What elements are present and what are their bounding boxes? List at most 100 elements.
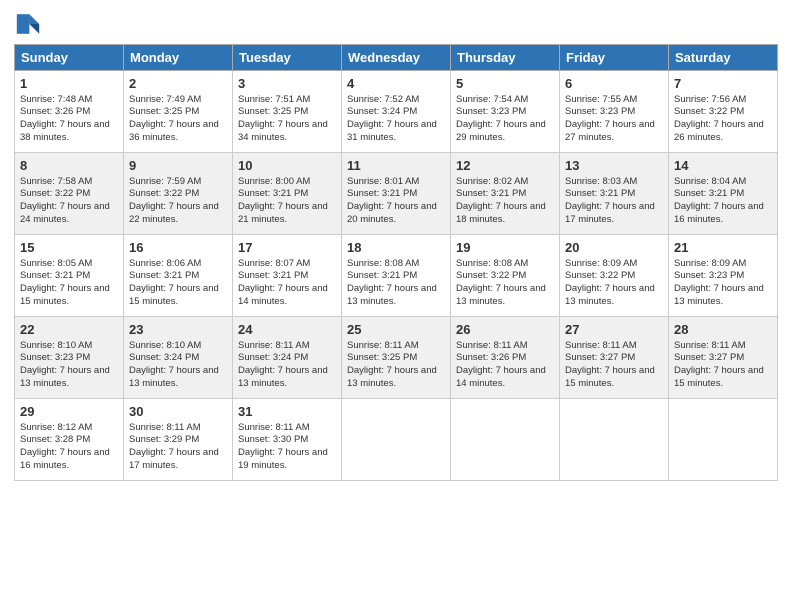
day-header-tuesday: Tuesday [233,45,342,71]
day-cell-15: 15Sunrise: 8:05 AMSunset: 3:21 PMDayligh… [15,235,124,317]
daylight: Daylight: 7 hours and 19 minutes. [238,447,328,471]
sunset: Sunset: 3:21 PM [238,188,308,199]
sunset: Sunset: 3:21 PM [456,188,526,199]
daylight: Daylight: 7 hours and 14 minutes. [238,283,328,307]
sunrise: Sunrise: 7:49 AM [129,94,201,105]
sunrise: Sunrise: 8:09 AM [565,258,637,269]
day-cell-22: 22Sunrise: 8:10 AMSunset: 3:23 PMDayligh… [15,317,124,399]
daylight: Daylight: 7 hours and 26 minutes. [674,119,764,143]
day-number: 17 [238,239,336,257]
sunrise: Sunrise: 8:10 AM [20,340,92,351]
sunrise: Sunrise: 8:11 AM [565,340,637,351]
day-cell-8: 8Sunrise: 7:58 AMSunset: 3:22 PMDaylight… [15,153,124,235]
sunset: Sunset: 3:28 PM [20,434,90,445]
day-header-monday: Monday [124,45,233,71]
sunrise: Sunrise: 8:10 AM [129,340,201,351]
week-row-2: 15Sunrise: 8:05 AMSunset: 3:21 PMDayligh… [15,235,778,317]
daylight: Daylight: 7 hours and 13 minutes. [238,365,328,389]
daylight: Daylight: 7 hours and 13 minutes. [347,283,437,307]
daylight: Daylight: 7 hours and 14 minutes. [456,365,546,389]
day-number: 26 [456,321,554,339]
day-cell-6: 6Sunrise: 7:55 AMSunset: 3:23 PMDaylight… [560,71,669,153]
sunrise: Sunrise: 7:58 AM [20,176,92,187]
sunrise: Sunrise: 8:11 AM [129,422,201,433]
day-cell-27: 27Sunrise: 8:11 AMSunset: 3:27 PMDayligh… [560,317,669,399]
daylight: Daylight: 7 hours and 13 minutes. [674,283,764,307]
daylight: Daylight: 7 hours and 13 minutes. [129,365,219,389]
sunrise: Sunrise: 8:05 AM [20,258,92,269]
day-cell-11: 11Sunrise: 8:01 AMSunset: 3:21 PMDayligh… [342,153,451,235]
day-cell-13: 13Sunrise: 8:03 AMSunset: 3:21 PMDayligh… [560,153,669,235]
sunset: Sunset: 3:22 PM [20,188,90,199]
daylight: Daylight: 7 hours and 13 minutes. [347,365,437,389]
day-cell-31: 31Sunrise: 8:11 AMSunset: 3:30 PM Dayligh… [233,399,342,481]
day-cell-19: 19Sunrise: 8:08 AMSunset: 3:22 PMDayligh… [451,235,560,317]
day-header-thursday: Thursday [451,45,560,71]
daylight: Daylight: 7 hours and 21 minutes. [238,201,328,225]
daylight: Daylight: 7 hours and 13 minutes. [20,365,110,389]
sunset: Sunset: 3:21 PM [347,270,417,281]
day-number: 30 [129,403,227,421]
header-row: SundayMondayTuesdayWednesdayThursdayFrid… [15,45,778,71]
day-number: 11 [347,157,445,175]
day-number: 2 [129,75,227,93]
day-cell-24: 24Sunrise: 8:11 AMSunset: 3:24 PM Dayligh… [233,317,342,399]
sunrise: Sunrise: 8:00 AM [238,176,310,187]
sunset: Sunset: 3:24 PM [238,352,308,363]
daylight: Daylight: 7 hours and 18 minutes. [456,201,546,225]
sunrise: Sunrise: 8:11 AM [238,340,310,351]
sunrise: Sunrise: 8:03 AM [565,176,637,187]
sunrise: Sunrise: 8:12 AM [20,422,92,433]
empty-cell [451,399,560,481]
day-cell-10: 10Sunrise: 8:00 AMSunset: 3:21 PM Dayligh… [233,153,342,235]
day-cell-3: 3Sunrise: 7:51 AMSunset: 3:25 PMDaylight… [233,71,342,153]
sunset: Sunset: 3:22 PM [456,270,526,281]
empty-cell [560,399,669,481]
day-number: 13 [565,157,663,175]
day-cell-26: 26Sunrise: 8:11 AMSunset: 3:26 PM Dayligh… [451,317,560,399]
sunrise: Sunrise: 7:55 AM [565,94,637,105]
sunset: Sunset: 3:23 PM [456,106,526,117]
empty-cell [342,399,451,481]
week-row-3: 22Sunrise: 8:10 AMSunset: 3:23 PMDayligh… [15,317,778,399]
day-number: 8 [20,157,118,175]
daylight: Daylight: 7 hours and 27 minutes. [565,119,655,143]
sunrise: Sunrise: 8:09 AM [674,258,746,269]
sunrise: Sunrise: 7:52 AM [347,94,419,105]
sunrise: Sunrise: 7:59 AM [129,176,201,187]
daylight: Daylight: 7 hours and 16 minutes. [674,201,764,225]
day-number: 24 [238,321,336,339]
daylight: Daylight: 7 hours and 31 minutes. [347,119,437,143]
sunset: Sunset: 3:25 PM [347,352,417,363]
calendar-table: SundayMondayTuesdayWednesdayThursdayFrid… [14,44,778,481]
day-cell-21: 21Sunrise: 8:09 AMSunset: 3:23 PMDayligh… [669,235,778,317]
day-cell-7: 7Sunrise: 7:56 AMSunset: 3:22 PMDaylight… [669,71,778,153]
sunrise: Sunrise: 8:02 AM [456,176,528,187]
day-cell-17: 17Sunrise: 8:07 AMSunset: 3:21 PM Dayligh… [233,235,342,317]
day-number: 28 [674,321,772,339]
sunset: Sunset: 3:21 PM [238,270,308,281]
day-number: 19 [456,239,554,257]
sunset: Sunset: 3:30 PM [238,434,308,445]
sunset: Sunset: 3:29 PM [129,434,199,445]
logo-icon [14,10,42,38]
week-row-0: 1Sunrise: 7:48 AMSunset: 3:26 PMDaylight… [15,71,778,153]
day-number: 3 [238,75,336,93]
day-number: 10 [238,157,336,175]
sunset: Sunset: 3:27 PM [565,352,635,363]
daylight: Daylight: 7 hours and 13 minutes. [456,283,546,307]
sunrise: Sunrise: 8:07 AM [238,258,310,269]
daylight: Daylight: 7 hours and 17 minutes. [129,447,219,471]
sunrise: Sunrise: 8:11 AM [456,340,528,351]
day-number: 31 [238,403,336,421]
day-cell-18: 18Sunrise: 8:08 AMSunset: 3:21 PMDayligh… [342,235,451,317]
sunset: Sunset: 3:25 PM [129,106,199,117]
sunrise: Sunrise: 8:11 AM [674,340,746,351]
sunrise: Sunrise: 8:08 AM [347,258,419,269]
sunset: Sunset: 3:25 PM [238,106,308,117]
sunrise: Sunrise: 8:11 AM [238,422,310,433]
daylight: Daylight: 7 hours and 16 minutes. [20,447,110,471]
sunset: Sunset: 3:26 PM [456,352,526,363]
sunset: Sunset: 3:23 PM [674,270,744,281]
sunset: Sunset: 3:21 PM [20,270,90,281]
